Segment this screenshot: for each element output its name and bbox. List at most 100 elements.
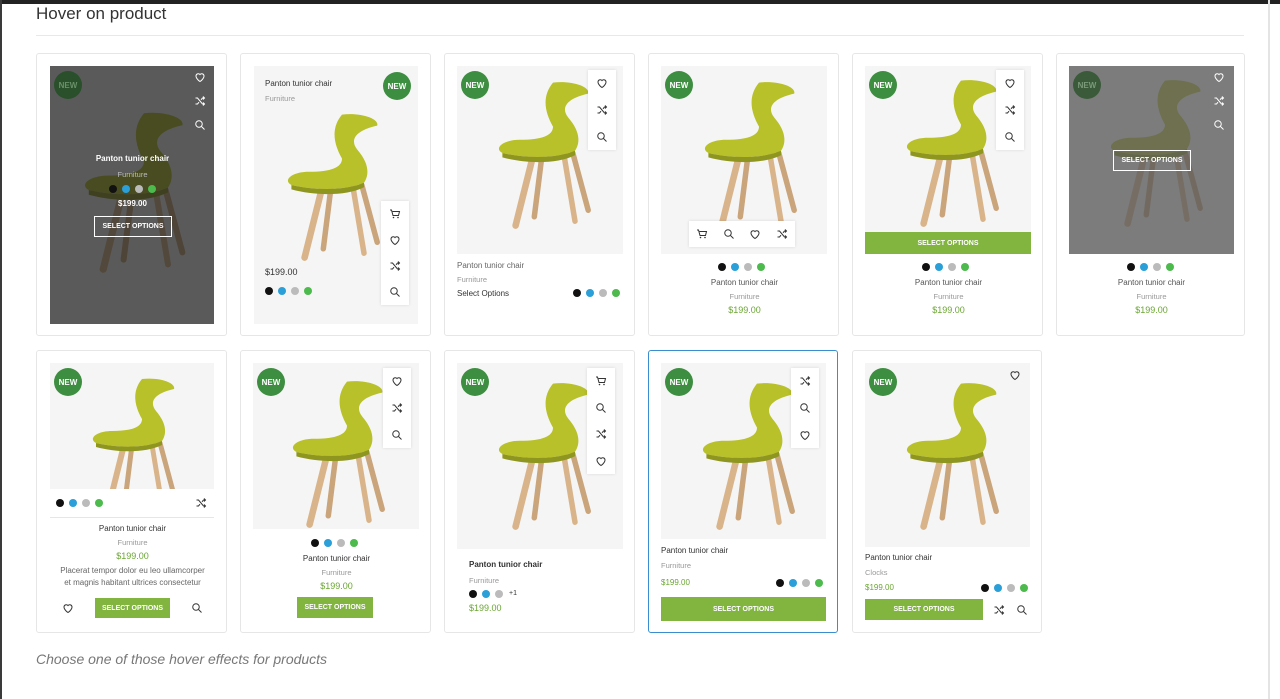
product-category[interactable]: Furniture — [853, 292, 1044, 301]
product-category[interactable]: Clocks — [865, 568, 888, 577]
select-options-button[interactable]: SELECT OPTIONS — [661, 597, 826, 621]
swatch-green[interactable] — [350, 539, 358, 547]
search-icon[interactable] — [798, 401, 812, 415]
product-title[interactable]: Panton tunior chair — [661, 546, 728, 555]
product-card-10[interactable]: NEW Panton tunior chair Furniture $199.0… — [648, 350, 838, 633]
heart-icon[interactable] — [748, 227, 762, 241]
product-title[interactable]: Panton tunior chair — [865, 553, 932, 562]
product-card-8[interactable]: NEW Panton tunior chair Furniture $199.0… — [240, 350, 431, 633]
swatch-blue[interactable] — [1140, 263, 1148, 271]
cart-icon[interactable] — [388, 207, 402, 221]
search-icon[interactable] — [595, 130, 609, 144]
cart-icon[interactable] — [695, 227, 709, 241]
shuffle-icon[interactable] — [595, 103, 609, 117]
search-icon[interactable] — [193, 118, 207, 132]
shuffle-icon[interactable] — [194, 496, 208, 510]
product-category[interactable]: Furniture — [1057, 292, 1246, 301]
select-options-button[interactable]: SELECT OPTIONS — [95, 598, 170, 618]
search-icon[interactable] — [1015, 603, 1029, 617]
swatch-blue[interactable] — [324, 539, 332, 547]
product-title[interactable]: Panton tunior chair — [265, 79, 332, 88]
product-category[interactable]: Furniture — [457, 275, 487, 284]
cart-icon[interactable] — [594, 374, 608, 388]
shuffle-icon[interactable] — [775, 227, 789, 241]
swatch-green[interactable] — [961, 263, 969, 271]
heart-icon[interactable] — [61, 601, 75, 615]
swatch-black[interactable] — [981, 584, 989, 592]
swatch-grey[interactable] — [1153, 263, 1161, 271]
swatch-grey[interactable] — [948, 263, 956, 271]
product-card-9[interactable]: NEW Panton tunior chair Furniture +1 $19… — [444, 350, 635, 633]
swatch-black[interactable] — [573, 289, 581, 297]
swatch-blue[interactable] — [69, 499, 77, 507]
product-title[interactable]: Panton tunior chair — [37, 524, 228, 533]
swatch-black[interactable] — [776, 579, 784, 587]
product-category[interactable]: Furniture — [241, 568, 432, 577]
select-options-button[interactable]: SELECT OPTIONS — [865, 232, 1031, 254]
product-category[interactable]: Furniture — [649, 292, 840, 301]
swatch-black[interactable] — [718, 263, 726, 271]
swatch-grey[interactable] — [1007, 584, 1015, 592]
select-options-button[interactable]: SELECT OPTIONS — [94, 216, 172, 237]
swatch-grey[interactable] — [802, 579, 810, 587]
product-category[interactable]: Furniture — [37, 170, 228, 179]
swatch-black[interactable] — [1127, 263, 1135, 271]
swatch-blue[interactable] — [935, 263, 943, 271]
product-card-2[interactable]: Panton tunior chair Furniture NEW $199.0… — [240, 53, 431, 336]
product-title[interactable]: Panton tunior chair — [853, 278, 1044, 287]
select-options-button[interactable]: SELECT OPTIONS — [297, 597, 373, 618]
swatch-green[interactable] — [757, 263, 765, 271]
swatch-grey[interactable] — [291, 287, 299, 295]
heart-icon[interactable] — [798, 428, 812, 442]
swatch-black[interactable] — [311, 539, 319, 547]
product-title[interactable]: Panton tunior chair — [457, 261, 524, 270]
heart-icon[interactable] — [388, 233, 402, 247]
search-icon[interactable] — [722, 227, 736, 241]
product-category[interactable]: Furniture — [661, 561, 691, 570]
scrollbar-track[interactable] — [1268, 0, 1270, 699]
heart-icon[interactable] — [1003, 76, 1017, 90]
heart-icon[interactable] — [1212, 70, 1226, 84]
product-card-11[interactable]: NEW Panton tunior chair Clocks $199.00 S… — [852, 350, 1042, 633]
swatch-blue[interactable] — [731, 263, 739, 271]
product-card-6[interactable]: NEW SELECT OPTIONS Panton tunior chair F… — [1056, 53, 1245, 336]
swatch-grey[interactable] — [599, 289, 607, 297]
product-category[interactable]: Furniture — [37, 538, 228, 547]
swatch-black[interactable] — [469, 590, 477, 598]
swatch-grey[interactable] — [82, 499, 90, 507]
swatch-green[interactable] — [148, 185, 156, 193]
product-category[interactable]: Furniture — [265, 94, 295, 103]
search-icon[interactable] — [594, 401, 608, 415]
heart-icon[interactable] — [390, 374, 404, 388]
product-card-5[interactable]: NEW SELECT OPTIONS Panton tunior chair F… — [852, 53, 1043, 336]
swatch-blue[interactable] — [278, 287, 286, 295]
swatch-green[interactable] — [612, 289, 620, 297]
swatch-grey[interactable] — [495, 590, 503, 598]
product-card-4[interactable]: NEW Panton tunior chair Furniture $199.0… — [648, 53, 839, 336]
product-card-7[interactable]: NEW Panton tunior chair Furniture $199.0… — [36, 350, 227, 633]
swatch-black[interactable] — [265, 287, 273, 295]
swatch-green[interactable] — [1166, 263, 1174, 271]
product-image[interactable] — [50, 66, 214, 324]
swatch-black[interactable] — [922, 263, 930, 271]
shuffle-icon[interactable] — [992, 603, 1006, 617]
shuffle-icon[interactable] — [594, 427, 608, 441]
swatch-blue[interactable] — [586, 289, 594, 297]
select-options-link[interactable]: Select Options — [457, 289, 509, 298]
swatch-green[interactable] — [304, 287, 312, 295]
swatch-green[interactable] — [1020, 584, 1028, 592]
heart-icon[interactable] — [193, 70, 207, 84]
more-colors-count[interactable]: +1 — [509, 590, 517, 597]
product-title[interactable]: Panton tunior chair — [649, 278, 840, 287]
shuffle-icon[interactable] — [798, 374, 812, 388]
swatch-grey[interactable] — [135, 185, 143, 193]
swatch-black[interactable] — [109, 185, 117, 193]
product-card-1[interactable]: NEW Panton tunior chair Furniture $199.0… — [36, 53, 227, 336]
swatch-green[interactable] — [815, 579, 823, 587]
product-category[interactable]: Furniture — [469, 576, 499, 585]
swatch-black[interactable] — [56, 499, 64, 507]
swatch-blue[interactable] — [789, 579, 797, 587]
product-title[interactable]: Panton tunior chair — [241, 554, 432, 563]
product-title[interactable]: Panton tunior chair — [1057, 278, 1246, 287]
search-icon[interactable] — [190, 601, 204, 615]
